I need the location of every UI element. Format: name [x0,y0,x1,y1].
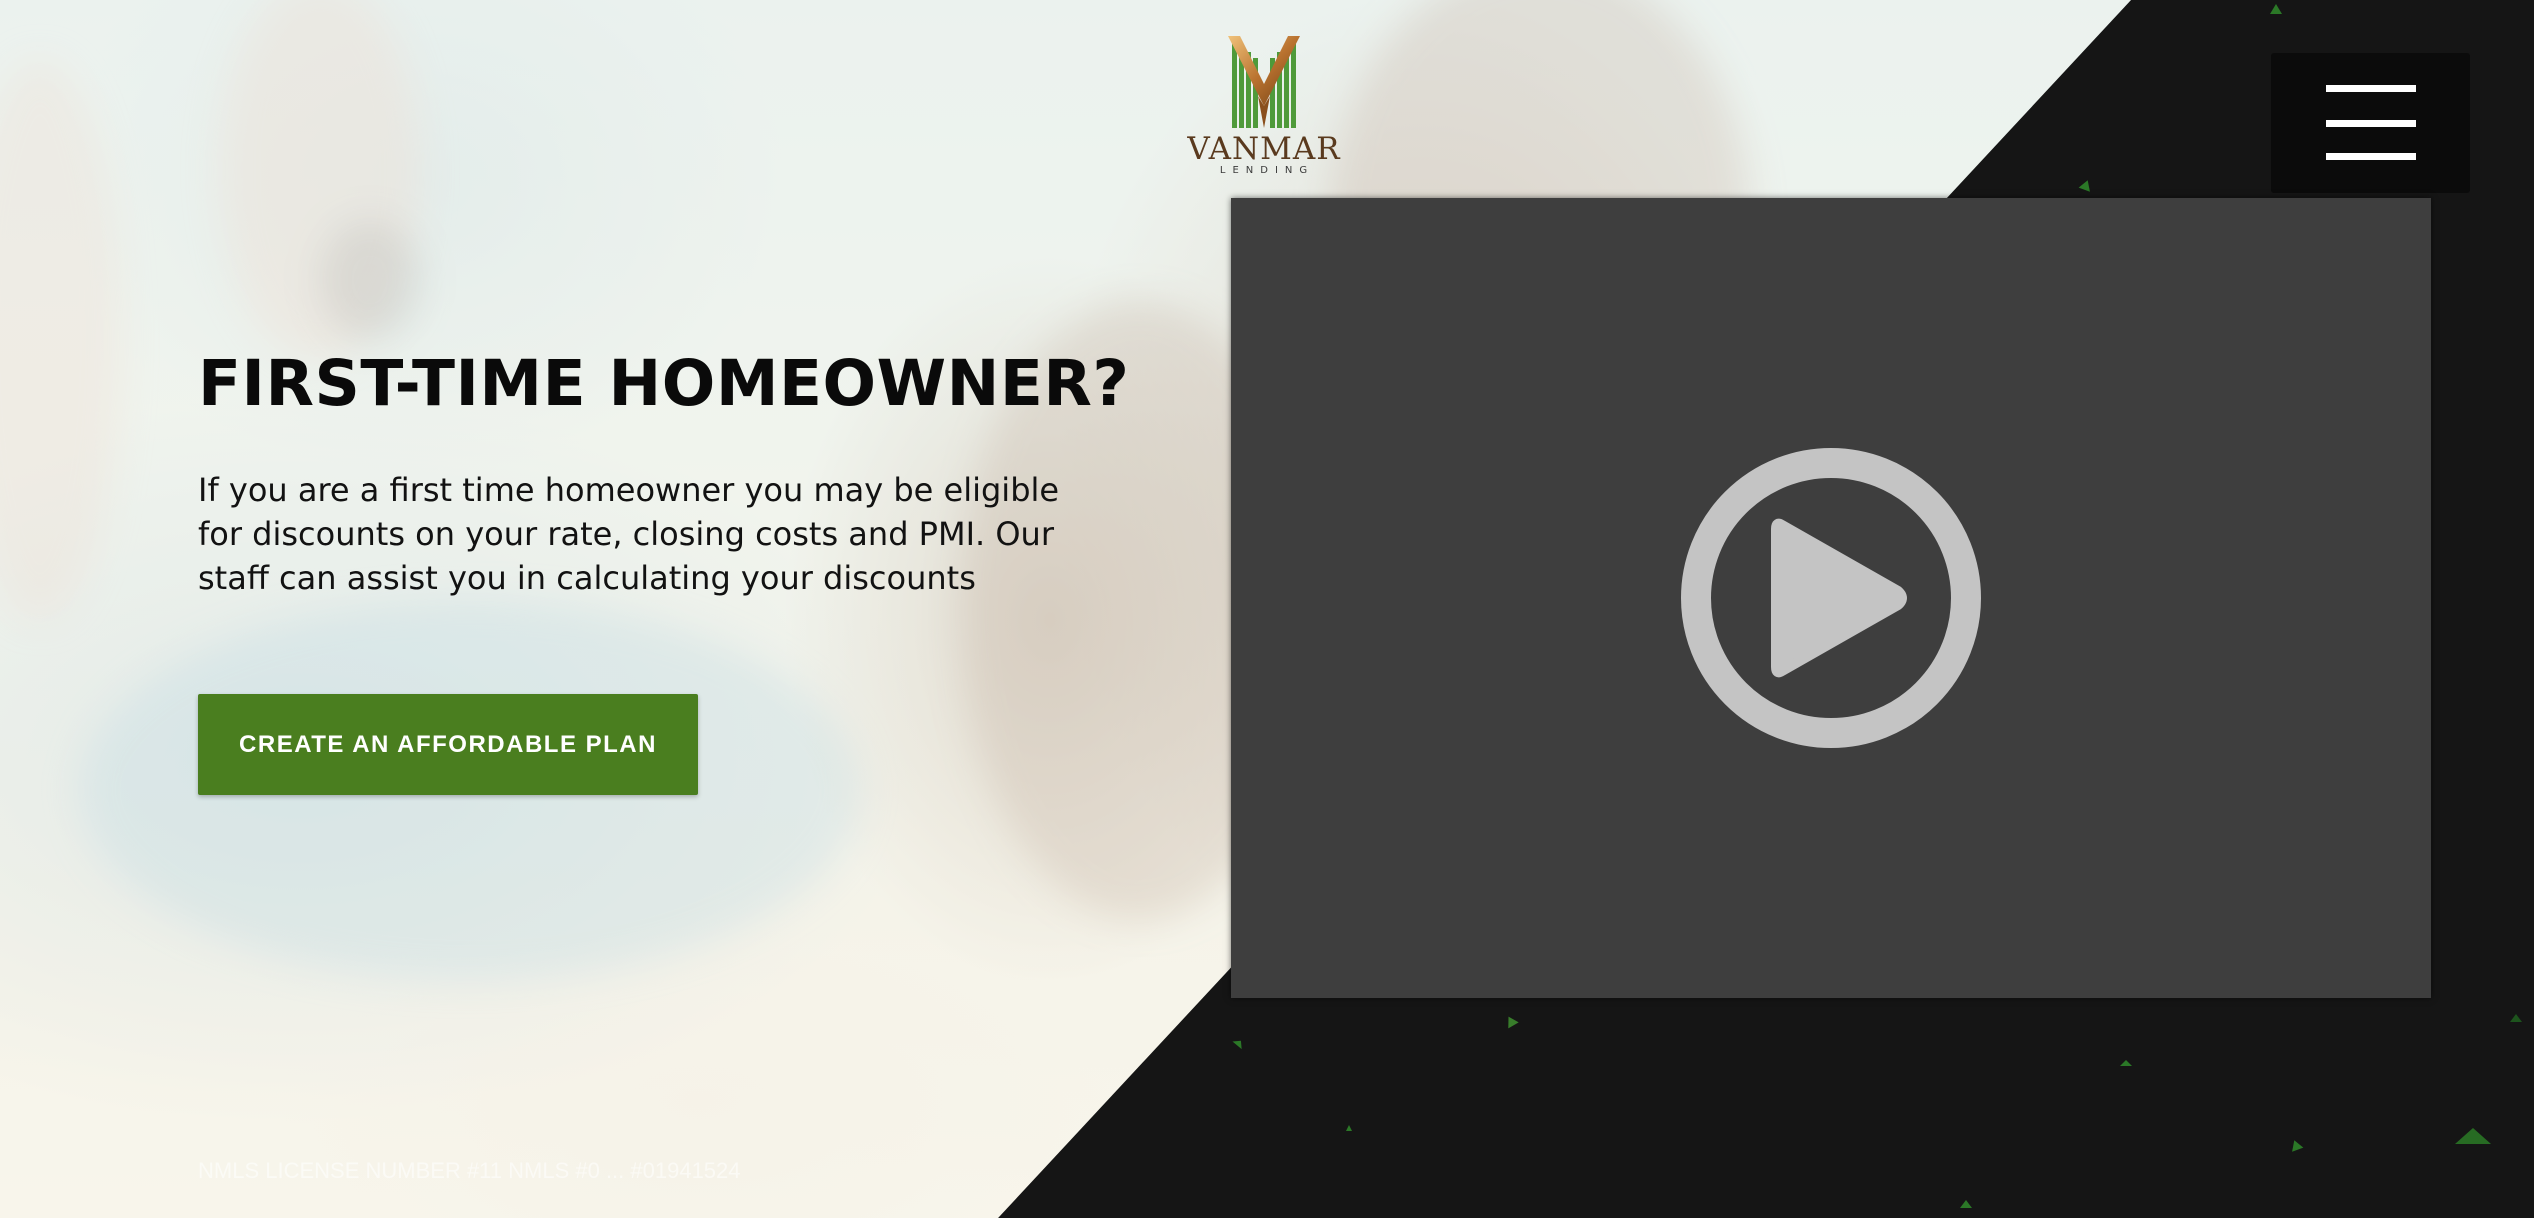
decorative-speck [2078,178,2094,192]
decorative-speck [1346,1125,1352,1131]
hamburger-menu-icon [2326,85,2416,92]
decorative-speck [2120,1060,2132,1066]
hero-description: If you are a first time homeowner you ma… [198,471,1060,597]
play-icon[interactable] [1680,447,1982,749]
vanmar-lending-logo[interactable]: VANMAR LENDING [1186,36,1342,176]
logo-wordmark: VANMAR [1187,131,1341,167]
decorative-speck [2288,1138,2304,1152]
decorative-speck [1960,1200,1972,1208]
decorative-speck [1503,1013,1519,1029]
decorative-speck [2510,1014,2522,1022]
logo-v-mark-icon [1228,36,1300,128]
video-player[interactable] [1231,198,2431,998]
menu-button[interactable] [2271,53,2470,193]
hamburger-menu-icon [2326,153,2416,160]
hamburger-menu-icon [2326,120,2416,127]
landing-page: VANMAR LENDING FIRST-TIME HOMEOWNER? If … [0,0,2534,1218]
decorative-speck [2455,1128,2491,1144]
decorative-speck [1232,1036,1246,1050]
decorative-speck [2270,4,2282,14]
create-affordable-plan-button[interactable]: CREATE AN AFFORDABLE PLAN [198,694,698,795]
page-title: FIRST-TIME HOMEOWNER? [198,347,1130,420]
license-disclaimer: NMLS LICENSE NUMBER #11 NMLS #0 ... #019… [198,1158,741,1183]
